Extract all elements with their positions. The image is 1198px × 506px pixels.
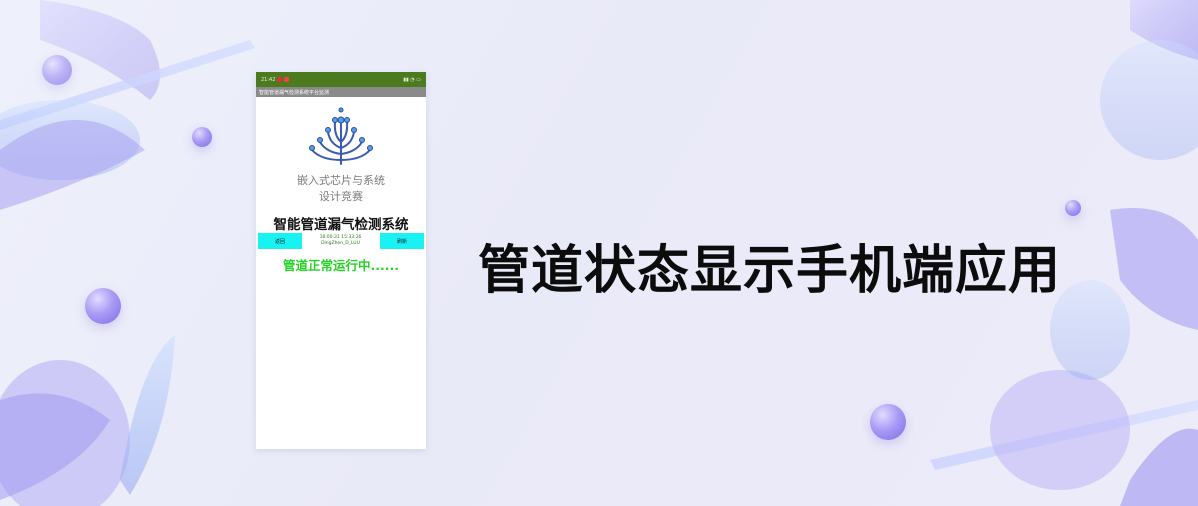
refresh-button[interactable]: 刷新: [380, 233, 424, 249]
back-button[interactable]: 返回: [258, 233, 302, 249]
phone-status-bar: 21:42 ▮▮ ◔ ▭: [256, 72, 426, 87]
page-headline: 管道状态显示手机端应用: [478, 241, 1062, 301]
system-title: 智能管道漏气检测系统: [273, 217, 409, 233]
timestamp-display: 18:00:31 15:33:26 DingZhen_D_LUU: [303, 233, 378, 249]
subtitle-line-2: 设计竞赛: [319, 190, 363, 203]
decor-sphere: [192, 127, 212, 147]
timestamp-line-2: DingZhen_D_LUU: [321, 241, 360, 246]
signal-battery-icons: ▮▮ ◔ ▭: [403, 76, 421, 83]
pipeline-status: 管道正常运行中......: [283, 258, 399, 273]
decor-sphere: [1065, 200, 1081, 216]
subtitle-line-1: 嵌入式芯片与系统: [297, 174, 385, 187]
phone-screenshot: 21:42 ▮▮ ◔ ▭ 智能管道漏气检测系统平台监测 嵌入式芯片与系统 设计竞…: [256, 72, 426, 449]
record-icon: [284, 77, 290, 82]
status-time: 21:42: [261, 76, 276, 83]
app-title-bar: 智能管道漏气检测系统平台监测: [256, 87, 426, 97]
decor-sphere: [42, 55, 72, 85]
decor-sphere: [85, 288, 121, 324]
app-title: 智能管道漏气检测系统平台监测: [259, 89, 330, 96]
circuit-tree-logo-icon: [309, 107, 373, 165]
record-icon: [277, 77, 283, 82]
decor-sphere: [870, 404, 906, 440]
